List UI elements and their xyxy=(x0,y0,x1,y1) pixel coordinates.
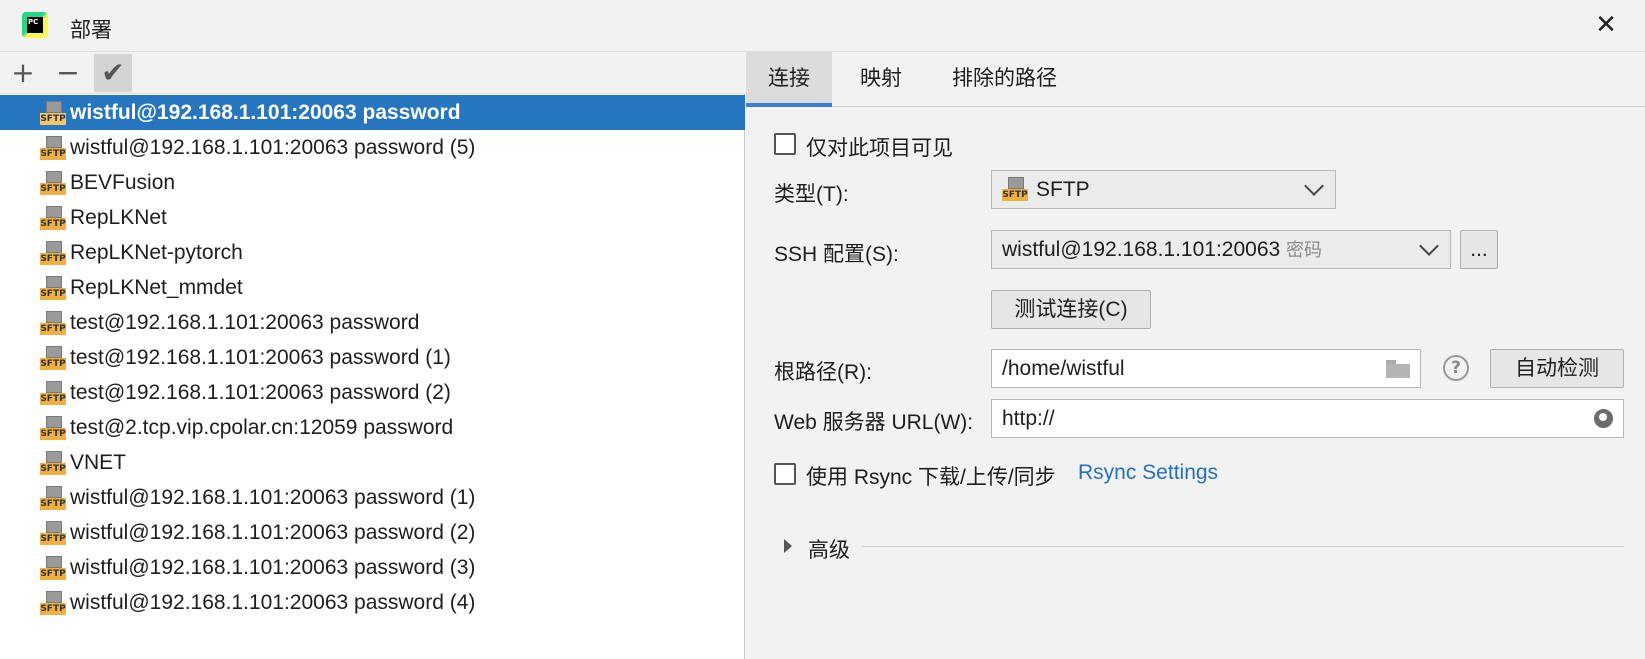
pycharm-logo-icon: PC xyxy=(22,12,48,38)
server-list-item[interactable]: SFTP wistful@192.168.1.101:20063 password… xyxy=(0,130,745,165)
server-config-panel: 连接 映射 排除的路径 仅对此项目可见 类型(T): SFTP SFTP SSH… xyxy=(746,52,1645,659)
advanced-section-toggle[interactable]: 高级 xyxy=(808,534,850,564)
server-list-item-label: test@192.168.1.101:20063 password xyxy=(70,311,420,334)
server-list-item[interactable]: SFTP test@192.168.1.101:20063 password (1… xyxy=(0,340,745,375)
browse-folder-icon[interactable] xyxy=(1386,360,1410,378)
sftp-server-icon: SFTP xyxy=(40,311,66,336)
server-list-panel: + − ✔ SFTP wistful@192.168.1.101:20063 pa… xyxy=(0,52,745,659)
server-list-item-label: BEVFusion xyxy=(70,171,176,194)
server-list-item[interactable]: SFTP wistful@192.168.1.101:20063 password… xyxy=(0,515,745,550)
rsync-checkbox[interactable] xyxy=(774,463,796,485)
type-select-value: SFTP xyxy=(1036,178,1090,201)
sftp-server-icon: SFTP xyxy=(40,101,66,126)
sftp-icon: SFTP xyxy=(1002,177,1028,202)
chevron-down-icon xyxy=(1419,236,1439,256)
server-list-item-label: wistful@192.168.1.101:20063 password (1) xyxy=(70,486,476,509)
sftp-server-icon: SFTP xyxy=(40,171,66,196)
sftp-server-icon: SFTP xyxy=(40,416,66,441)
rsync-label: 使用 Rsync 下载/上传/同步 xyxy=(806,466,1056,489)
server-list-item-label: test@2.tcp.vip.cpolar.cn:12059 password xyxy=(70,416,454,439)
sftp-server-icon: SFTP xyxy=(40,206,66,231)
expand-triangle-icon[interactable] xyxy=(784,539,792,553)
title-bar: PC 部署 ✕ xyxy=(0,0,1645,52)
web-url-value: http:// xyxy=(1002,407,1055,430)
tab-excluded-paths[interactable]: 排除的路径 xyxy=(930,52,1079,107)
ssh-config-value: wistful@192.168.1.101:20063 xyxy=(1002,238,1281,261)
sftp-server-icon: SFTP xyxy=(40,276,66,301)
sftp-server-icon: SFTP xyxy=(40,136,66,161)
web-url-label: Web 服务器 URL(W): xyxy=(774,411,974,434)
server-list-toolbar: + − ✔ xyxy=(0,52,745,94)
sftp-server-icon: SFTP xyxy=(40,521,66,546)
autodetect-button[interactable]: 自动检测 xyxy=(1490,349,1624,388)
server-list-item-label: wistful@192.168.1.101:20063 password (2) xyxy=(70,521,476,544)
sftp-server-icon: SFTP xyxy=(40,556,66,581)
advanced-divider xyxy=(862,546,1624,547)
ssh-config-more-button[interactable]: ... xyxy=(1460,230,1498,269)
web-url-input[interactable]: http:// xyxy=(991,399,1624,438)
root-path-value: /home/wistful xyxy=(1002,357,1125,380)
server-list-item-label: wistful@192.168.1.101:20063 password (3) xyxy=(70,556,476,579)
server-list-item[interactable]: SFTP wistful@192.168.1.101:20063 password… xyxy=(0,585,745,620)
visible-only-label: 仅对此项目可见 xyxy=(806,137,953,160)
server-list-item-label: test@192.168.1.101:20063 password (1) xyxy=(70,346,451,369)
server-tree: SFTP wistful@192.168.1.101:20063 password… xyxy=(0,95,745,620)
sftp-server-icon: SFTP xyxy=(40,241,66,266)
server-list-item[interactable]: SFTP test@192.168.1.101:20063 password xyxy=(0,305,745,340)
help-icon[interactable]: ? xyxy=(1443,355,1469,381)
type-label: 类型(T): xyxy=(774,183,849,206)
server-list-item-label: wistful@192.168.1.101:20063 password (4) xyxy=(70,591,476,614)
sftp-server-icon: SFTP xyxy=(40,486,66,511)
set-default-check-button[interactable]: ✔ xyxy=(94,54,132,92)
root-path-label: 根路径(R): xyxy=(774,361,872,384)
server-list-item-label: RepLKNet xyxy=(70,206,167,229)
server-list-item[interactable]: SFTP test@192.168.1.101:20063 password (2… xyxy=(0,375,745,410)
sftp-server-icon: SFTP xyxy=(40,451,66,476)
server-list-item-label: wistful@192.168.1.101:20063 password xyxy=(70,101,461,124)
type-select[interactable]: SFTP SFTP xyxy=(991,170,1336,209)
close-button[interactable]: ✕ xyxy=(1591,10,1621,40)
server-list-item[interactable]: SFTP RepLKNet xyxy=(0,200,745,235)
ssh-config-auth-type: 密码 xyxy=(1286,240,1323,260)
rsync-settings-link[interactable]: Rsync Settings xyxy=(1078,461,1218,485)
chevron-down-icon xyxy=(1304,176,1324,196)
sftp-server-icon: SFTP xyxy=(40,381,66,406)
server-list-item[interactable]: SFTP RepLKNet_mmdet xyxy=(0,270,745,305)
ssh-config-select[interactable]: wistful@192.168.1.101:20063 密码 xyxy=(991,230,1451,269)
server-list-item-label: wistful@192.168.1.101:20063 password (5) xyxy=(70,136,476,159)
sftp-server-icon: SFTP xyxy=(40,346,66,371)
app-icon-text: PC xyxy=(27,17,43,33)
server-list-item-label: test@192.168.1.101:20063 password (2) xyxy=(70,381,451,404)
server-list-item[interactable]: SFTP wistful@192.168.1.101:20063 password… xyxy=(0,550,745,585)
root-path-input[interactable]: /home/wistful xyxy=(991,349,1421,388)
server-list-item[interactable]: SFTP BEVFusion xyxy=(0,165,745,200)
server-list-item-label: VNET xyxy=(70,451,127,474)
config-tabs: 连接 映射 排除的路径 xyxy=(746,52,1645,107)
remove-server-button[interactable]: − xyxy=(49,54,87,92)
ssh-config-label: SSH 配置(S): xyxy=(774,243,899,266)
server-list-item[interactable]: SFTP test@2.tcp.vip.cpolar.cn:12059 passw… xyxy=(0,410,745,445)
server-list-item-label: RepLKNet-pytorch xyxy=(70,241,243,264)
server-list-item[interactable]: SFTP RepLKNet-pytorch xyxy=(0,235,745,270)
window-title: 部署 xyxy=(70,19,112,42)
server-list-item[interactable]: SFTP wistful@192.168.1.101:20063 password xyxy=(0,95,745,130)
sftp-server-icon: SFTP xyxy=(40,591,66,616)
tab-mappings[interactable]: 映射 xyxy=(838,52,924,107)
server-list-item[interactable]: SFTP VNET xyxy=(0,445,745,480)
test-connection-button[interactable]: 测试连接(C) xyxy=(991,290,1151,329)
server-list-item[interactable]: SFTP wistful@192.168.1.101:20063 password… xyxy=(0,480,745,515)
add-server-button[interactable]: + xyxy=(4,54,42,92)
server-list-item-label: RepLKNet_mmdet xyxy=(70,276,243,299)
tab-connection[interactable]: 连接 xyxy=(746,52,832,107)
globe-icon[interactable] xyxy=(1594,409,1613,428)
visible-only-checkbox[interactable] xyxy=(774,133,796,155)
